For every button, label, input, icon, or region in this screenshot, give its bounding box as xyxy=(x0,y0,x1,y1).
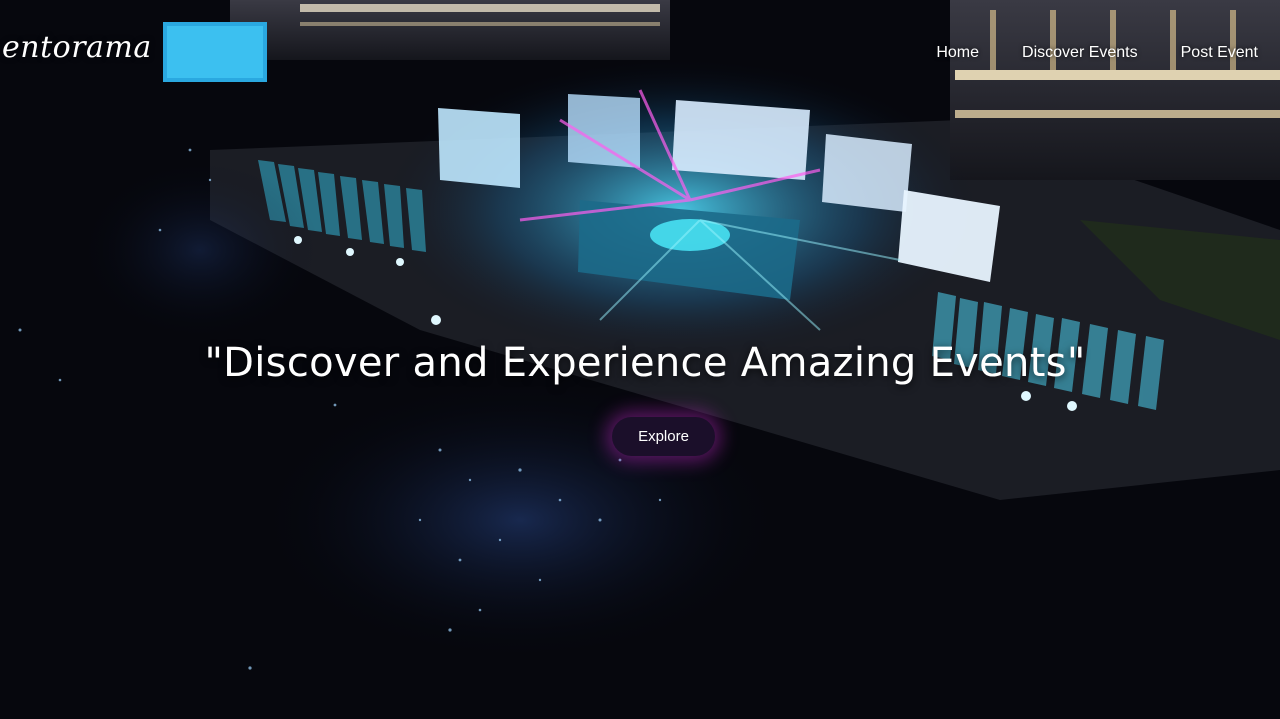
top-navbar: entorama Home Discover Events Post Event xyxy=(0,0,1280,100)
hero-headline: "Discover and Experience Amazing Events" xyxy=(204,340,1086,386)
nav-link-discover-events[interactable]: Discover Events xyxy=(1022,44,1138,62)
nav-link-post-event[interactable]: Post Event xyxy=(1181,44,1258,62)
nav-links: Home Discover Events Post Event xyxy=(893,44,1258,62)
nav-link-home[interactable]: Home xyxy=(936,44,979,62)
explore-button[interactable]: Explore xyxy=(612,417,715,456)
brand-logo[interactable]: entorama xyxy=(2,30,152,65)
